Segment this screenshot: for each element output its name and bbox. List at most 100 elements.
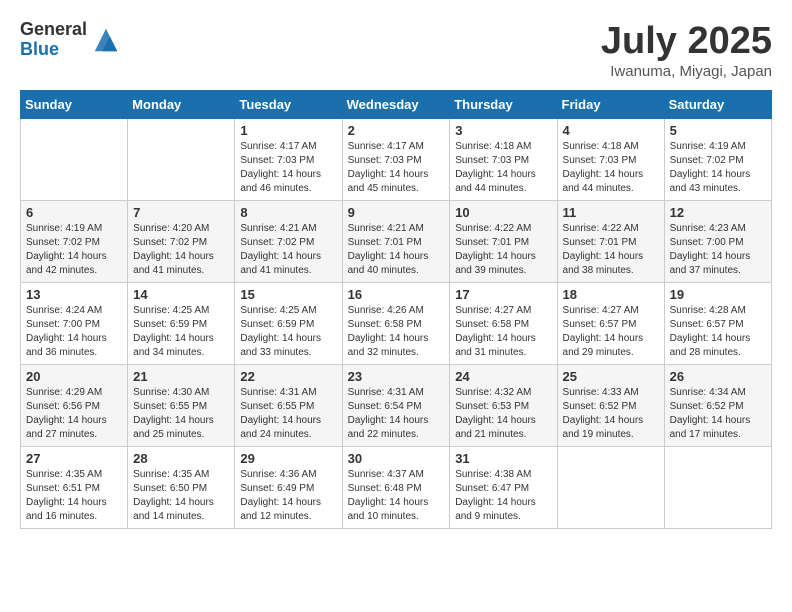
day-cell: 30 Sunrise: 4:37 AM Sunset: 6:48 PM Dayli… — [342, 447, 450, 529]
day-cell: 28 Sunrise: 4:35 AM Sunset: 6:50 PM Dayli… — [128, 447, 235, 529]
day-cell: 23 Sunrise: 4:31 AM Sunset: 6:54 PM Dayli… — [342, 365, 450, 447]
week-row-5: 27 Sunrise: 4:35 AM Sunset: 6:51 PM Dayli… — [21, 447, 772, 529]
day-number: 15 — [240, 287, 336, 302]
day-info: Sunrise: 4:23 AM Sunset: 7:00 PM Dayligh… — [670, 222, 766, 278]
week-row-1: 1 Sunrise: 4:17 AM Sunset: 7:03 PM Daylig… — [21, 119, 772, 201]
title-block: July 2025 Iwanuma, Miyagi, Japan — [601, 20, 772, 80]
day-number: 26 — [670, 369, 766, 384]
day-number: 22 — [240, 369, 336, 384]
day-cell: 29Sunrise: 4:36 AM Sunset: 6:49 PM Dayli… — [235, 447, 342, 529]
day-cell: 8Sunrise: 4:21 AM Sunset: 7:02 PM Daylig… — [235, 201, 342, 283]
day-cell: 3Sunrise: 4:18 AM Sunset: 7:03 PM Daylig… — [450, 119, 557, 201]
day-info: Sunrise: 4:35 AM Sunset: 6:50 PM Dayligh… — [133, 468, 229, 524]
day-number: 6 — [26, 205, 122, 220]
month-title: July 2025 — [601, 20, 772, 63]
logo-icon — [91, 25, 121, 55]
day-info: Sunrise: 4:17 AM Sunset: 7:03 PM Dayligh… — [240, 140, 336, 196]
day-info: Sunrise: 4:31 AM Sunset: 6:54 PM Dayligh… — [348, 386, 445, 442]
day-info: Sunrise: 4:34 AM Sunset: 6:52 PM Dayligh… — [670, 386, 766, 442]
day-info: Sunrise: 4:35 AM Sunset: 6:51 PM Dayligh… — [26, 468, 122, 524]
day-info: Sunrise: 4:25 AM Sunset: 6:59 PM Dayligh… — [133, 304, 229, 360]
week-row-4: 20Sunrise: 4:29 AM Sunset: 6:56 PM Dayli… — [21, 365, 772, 447]
day-number: 12 — [670, 205, 766, 220]
day-cell — [128, 119, 235, 201]
day-info: Sunrise: 4:38 AM Sunset: 6:47 PM Dayligh… — [455, 468, 551, 524]
day-info: Sunrise: 4:28 AM Sunset: 6:57 PM Dayligh… — [670, 304, 766, 360]
calendar-body: 1 Sunrise: 4:17 AM Sunset: 7:03 PM Daylig… — [21, 119, 772, 529]
week-row-2: 6 Sunrise: 4:19 AM Sunset: 7:02 PM Daylig… — [21, 201, 772, 283]
location: Iwanuma, Miyagi, Japan — [601, 63, 772, 80]
day-cell: 25 Sunrise: 4:33 AM Sunset: 6:52 PM Dayli… — [557, 365, 664, 447]
day-cell: 17 Sunrise: 4:27 AM Sunset: 6:58 PM Dayli… — [450, 283, 557, 365]
day-number: 13 — [26, 287, 122, 302]
day-number: 23 — [348, 369, 445, 384]
day-cell: 9 Sunrise: 4:21 AM Sunset: 7:01 PM Daylig… — [342, 201, 450, 283]
day-number: 11 — [563, 205, 659, 220]
day-cell: 22 Sunrise: 4:31 AM Sunset: 6:55 PM Dayli… — [235, 365, 342, 447]
header-day-sunday: Sunday — [21, 91, 128, 119]
header-day-wednesday: Wednesday — [342, 91, 450, 119]
logo-blue: Blue — [20, 40, 87, 60]
day-cell: 5 Sunrise: 4:19 AM Sunset: 7:02 PM Daylig… — [664, 119, 771, 201]
day-number: 17 — [455, 287, 551, 302]
day-info: Sunrise: 4:26 AM Sunset: 6:58 PM Dayligh… — [348, 304, 445, 360]
day-cell: 24Sunrise: 4:32 AM Sunset: 6:53 PM Dayli… — [450, 365, 557, 447]
day-number: 7 — [133, 205, 229, 220]
day-cell — [664, 447, 771, 529]
day-cell: 10Sunrise: 4:22 AM Sunset: 7:01 PM Dayli… — [450, 201, 557, 283]
day-info: Sunrise: 4:19 AM Sunset: 7:02 PM Dayligh… — [670, 140, 766, 196]
day-info: Sunrise: 4:24 AM Sunset: 7:00 PM Dayligh… — [26, 304, 122, 360]
day-cell: 15 Sunrise: 4:25 AM Sunset: 6:59 PM Dayli… — [235, 283, 342, 365]
day-number: 27 — [26, 451, 122, 466]
day-cell: 2Sunrise: 4:17 AM Sunset: 7:03 PM Daylig… — [342, 119, 450, 201]
day-cell: 18Sunrise: 4:27 AM Sunset: 6:57 PM Dayli… — [557, 283, 664, 365]
header-row: SundayMondayTuesdayWednesdayThursdayFrid… — [21, 91, 772, 119]
day-number: 30 — [348, 451, 445, 466]
day-number: 20 — [26, 369, 122, 384]
header-day-tuesday: Tuesday — [235, 91, 342, 119]
day-info: Sunrise: 4:30 AM Sunset: 6:55 PM Dayligh… — [133, 386, 229, 442]
day-number: 25 — [563, 369, 659, 384]
day-info: Sunrise: 4:25 AM Sunset: 6:59 PM Dayligh… — [240, 304, 336, 360]
week-row-3: 13 Sunrise: 4:24 AM Sunset: 7:00 PM Dayli… — [21, 283, 772, 365]
day-number: 19 — [670, 287, 766, 302]
day-cell: 7 Sunrise: 4:20 AM Sunset: 7:02 PM Daylig… — [128, 201, 235, 283]
day-number: 14 — [133, 287, 229, 302]
day-number: 3 — [455, 123, 551, 138]
header-day-thursday: Thursday — [450, 91, 557, 119]
day-cell: 13 Sunrise: 4:24 AM Sunset: 7:00 PM Dayli… — [21, 283, 128, 365]
day-number: 29 — [240, 451, 336, 466]
day-info: Sunrise: 4:20 AM Sunset: 7:02 PM Dayligh… — [133, 222, 229, 278]
calendar-table: SundayMondayTuesdayWednesdayThursdayFrid… — [20, 90, 772, 529]
day-cell: 31 Sunrise: 4:38 AM Sunset: 6:47 PM Dayli… — [450, 447, 557, 529]
day-number: 31 — [455, 451, 551, 466]
day-cell: 6 Sunrise: 4:19 AM Sunset: 7:02 PM Daylig… — [21, 201, 128, 283]
day-number: 28 — [133, 451, 229, 466]
day-number: 1 — [240, 123, 336, 138]
day-cell: 4Sunrise: 4:18 AM Sunset: 7:03 PM Daylig… — [557, 119, 664, 201]
day-number: 10 — [455, 205, 551, 220]
day-number: 8 — [240, 205, 336, 220]
day-info: Sunrise: 4:19 AM Sunset: 7:02 PM Dayligh… — [26, 222, 122, 278]
day-cell: 27 Sunrise: 4:35 AM Sunset: 6:51 PM Dayli… — [21, 447, 128, 529]
logo-general: General — [20, 20, 87, 40]
day-info: Sunrise: 4:21 AM Sunset: 7:01 PM Dayligh… — [348, 222, 445, 278]
day-number: 9 — [348, 205, 445, 220]
day-cell: 20Sunrise: 4:29 AM Sunset: 6:56 PM Dayli… — [21, 365, 128, 447]
day-number: 16 — [348, 287, 445, 302]
calendar-header: SundayMondayTuesdayWednesdayThursdayFrid… — [21, 91, 772, 119]
day-info: Sunrise: 4:17 AM Sunset: 7:03 PM Dayligh… — [348, 140, 445, 196]
day-info: Sunrise: 4:22 AM Sunset: 7:01 PM Dayligh… — [563, 222, 659, 278]
day-cell: 14 Sunrise: 4:25 AM Sunset: 6:59 PM Dayli… — [128, 283, 235, 365]
day-info: Sunrise: 4:18 AM Sunset: 7:03 PM Dayligh… — [563, 140, 659, 196]
day-info: Sunrise: 4:27 AM Sunset: 6:58 PM Dayligh… — [455, 304, 551, 360]
day-info: Sunrise: 4:27 AM Sunset: 6:57 PM Dayligh… — [563, 304, 659, 360]
day-cell — [21, 119, 128, 201]
day-info: Sunrise: 4:33 AM Sunset: 6:52 PM Dayligh… — [563, 386, 659, 442]
day-number: 5 — [670, 123, 766, 138]
day-info: Sunrise: 4:37 AM Sunset: 6:48 PM Dayligh… — [348, 468, 445, 524]
header-day-friday: Friday — [557, 91, 664, 119]
logo: General Blue — [20, 20, 121, 60]
day-cell: 11 Sunrise: 4:22 AM Sunset: 7:01 PM Dayli… — [557, 201, 664, 283]
day-info: Sunrise: 4:31 AM Sunset: 6:55 PM Dayligh… — [240, 386, 336, 442]
